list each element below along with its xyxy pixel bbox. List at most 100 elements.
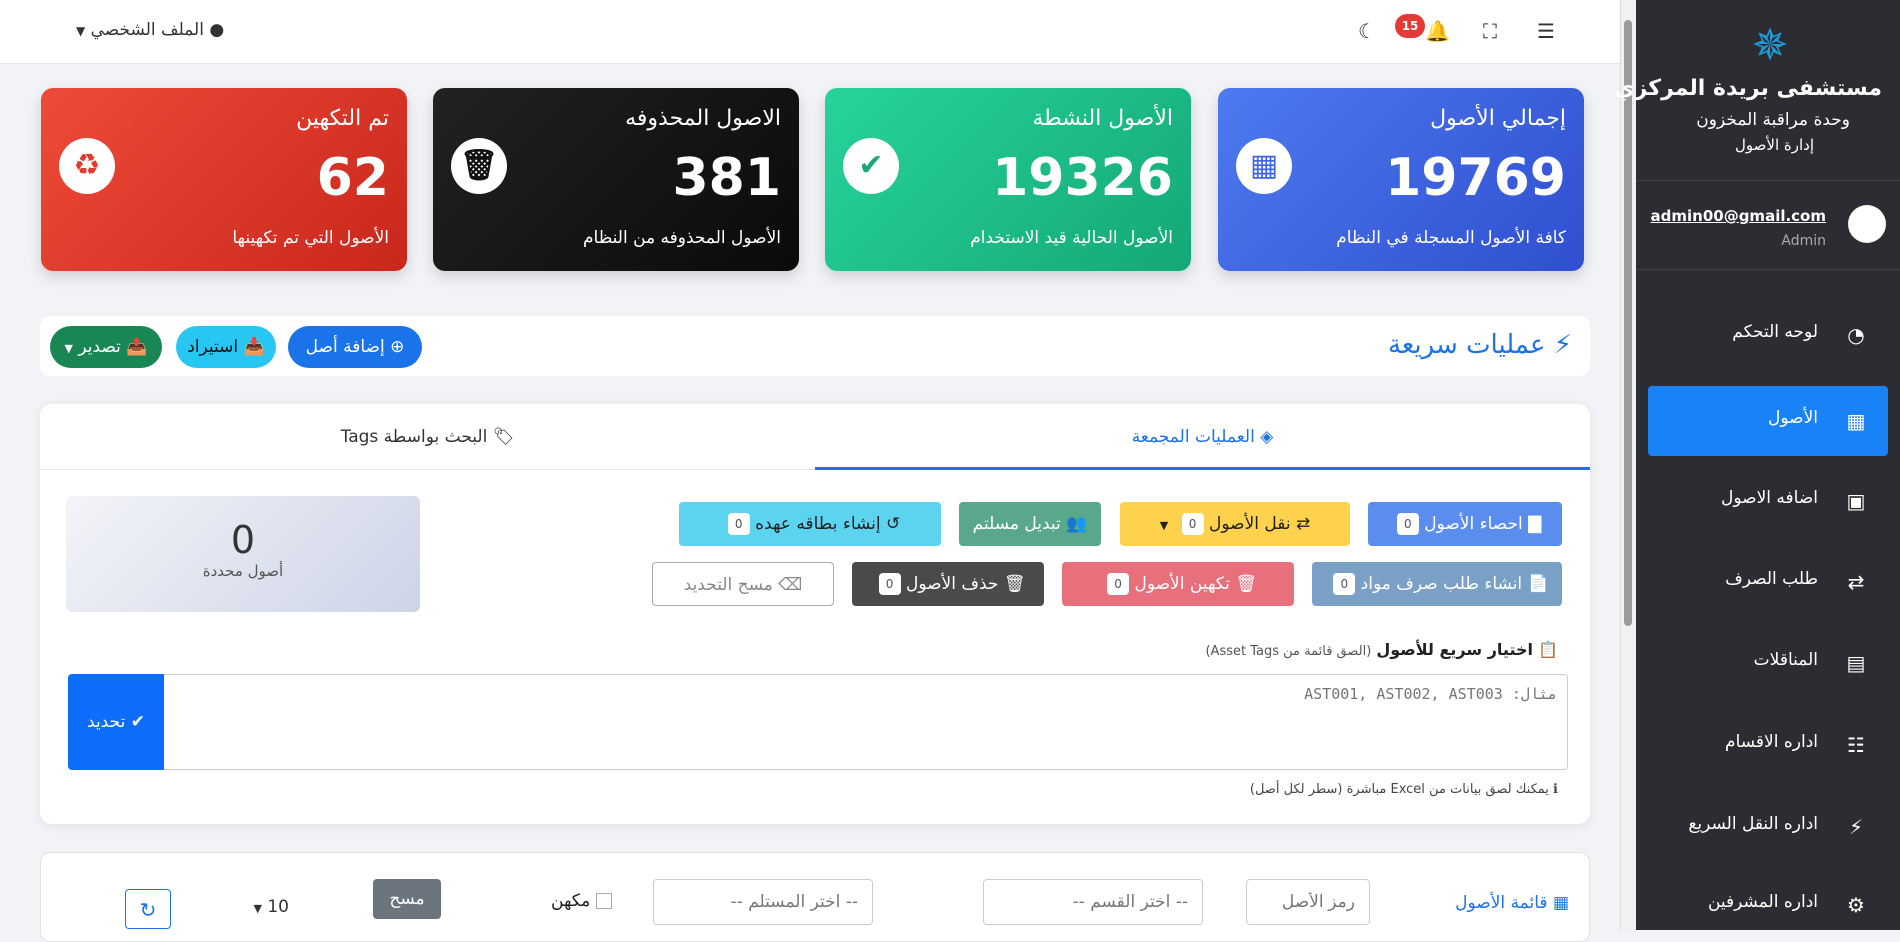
scrapped-checkbox[interactable]: مكهن bbox=[551, 891, 612, 911]
sidebar-item-dashboard[interactable]: ◔ لوحه التحكم bbox=[1648, 300, 1888, 370]
exchange-icon: ⇄ bbox=[1296, 514, 1311, 534]
caret-down-icon: ▼ bbox=[253, 902, 262, 915]
caret-down-icon: ▼ bbox=[76, 24, 86, 38]
brand-subtitle-2: إدارة الأصول bbox=[1735, 136, 1814, 154]
count-badge: 0 bbox=[1333, 573, 1356, 595]
user-swap-icon: 👥 bbox=[1066, 514, 1088, 534]
material-request-button[interactable]: 📄 انشاء طلب صرف مواد 0 bbox=[1312, 562, 1562, 606]
card-title: إجمالي الأصول bbox=[1430, 106, 1566, 131]
recycle-icon: ♻ bbox=[59, 138, 115, 194]
card-scrapped-assets: تم التكهين 62 الأصول التي تم تكهينها ♻ bbox=[41, 88, 407, 271]
dolly-icon: ▤ bbox=[1846, 651, 1866, 675]
selected-count-box: 0 أصول محددة bbox=[66, 496, 420, 612]
sitemap-icon: ☷ bbox=[1847, 733, 1865, 757]
check-circle-icon: ✔ bbox=[843, 138, 899, 194]
user-role: Admin bbox=[1781, 233, 1826, 249]
trash-icon: 🗑 bbox=[1235, 574, 1257, 594]
layers-icon: ◈ bbox=[1260, 427, 1274, 447]
plus-circle-icon: ⊕ bbox=[390, 337, 405, 357]
scrap-assets-button[interactable]: 🗑 تكهين الأصول 0 bbox=[1062, 562, 1294, 606]
asset-tag-input[interactable] bbox=[1246, 879, 1370, 925]
delete-assets-button[interactable]: 🗑 حذف الأصول 0 bbox=[852, 562, 1044, 606]
clear-selection-button[interactable]: ⌫ مسح التحديد bbox=[652, 562, 834, 606]
table-icon: ▦ bbox=[1552, 893, 1569, 913]
card-value: 19769 bbox=[1385, 148, 1566, 208]
user-gear-icon: ⚙ bbox=[1847, 893, 1865, 917]
clipboard-icon: 📋 bbox=[1538, 640, 1558, 659]
export-button[interactable]: 📤 تصدير ▼ bbox=[50, 326, 162, 368]
card-desc: الأصول المحذوفه من النظام bbox=[582, 228, 781, 248]
custody-card-button[interactable]: ↺ إنشاء بطاقه عهده 0 bbox=[679, 502, 941, 546]
caret-down-icon: ▼ bbox=[1159, 519, 1169, 532]
notification-badge: 15 bbox=[1395, 14, 1425, 38]
add-asset-button[interactable]: ⊕ إضافة أصل bbox=[288, 326, 422, 368]
select-tags-button[interactable]: ✔ تحديد bbox=[68, 674, 164, 770]
selected-count: 0 bbox=[230, 518, 256, 562]
fullscreen-icon[interactable]: ⛶ bbox=[1483, 20, 1497, 42]
box-open-icon: ▣ bbox=[1846, 489, 1866, 513]
undo-icon: ↺ bbox=[886, 514, 901, 534]
sidebar-item-quick-transfer[interactable]: ⚡ اداره النقل السريع bbox=[1648, 792, 1888, 862]
card-desc: الأصول الحالية قيد الاستخدام bbox=[970, 228, 1173, 248]
asset-list-title: ▦ قائمة الأصول bbox=[1455, 893, 1569, 913]
move-assets-button[interactable]: ⇄ نقل الأصول 0 ▼ bbox=[1120, 502, 1350, 546]
change-receiver-button[interactable]: 👥 تبديل مسلتم bbox=[959, 502, 1101, 546]
user-circle-icon: ● bbox=[209, 20, 225, 40]
moon-icon[interactable]: ☾ bbox=[1358, 20, 1376, 42]
import-button[interactable]: 📥 استيراد bbox=[176, 326, 276, 368]
info-icon: ℹ bbox=[1553, 782, 1558, 797]
trash-icon: 🗑 bbox=[1003, 574, 1026, 594]
department-select[interactable]: -- اختر القسم -- bbox=[983, 879, 1203, 925]
brand-title: مستشفى بريدة المركزي bbox=[1614, 76, 1882, 101]
file-plus-icon: 📄 bbox=[1527, 574, 1549, 594]
asset-stats-button[interactable]: ▇ احصاء الأصول 0 bbox=[1368, 502, 1562, 546]
asset-tags-textarea[interactable] bbox=[163, 674, 1568, 770]
receiver-select[interactable]: -- اختر المستلم -- bbox=[653, 879, 873, 925]
sidebar-item-dispense-request[interactable]: ⇄ طلب الصرف bbox=[1648, 547, 1888, 617]
tab-tag-search[interactable]: 🏷 البحث بواسطة Tags bbox=[40, 404, 815, 470]
bulk-operations-panel: ◈ العمليات المجمعة 🏷 البحث بواسطة Tags ▇… bbox=[40, 404, 1590, 824]
tags-icon: 🏷 bbox=[492, 427, 515, 447]
asset-list-panel: ▦ قائمة الأصول -- اختر القسم -- -- اختر … bbox=[40, 852, 1590, 942]
user-block: admin00@gmail.com Admin bbox=[1636, 180, 1900, 270]
count-badge: 0 bbox=[1107, 573, 1130, 595]
sidebar-item-assets[interactable]: ▦ الأصول bbox=[1648, 386, 1888, 456]
chart-bar-icon: ▇ bbox=[1528, 514, 1542, 534]
bell-icon[interactable]: 🔔 bbox=[1425, 20, 1450, 42]
card-title: الأصول النشطة bbox=[1032, 106, 1173, 131]
profile-menu[interactable]: ● الملف الشخصي ▼ bbox=[76, 20, 224, 40]
sidebar-item-add-assets[interactable]: ▣ اضافه الاصول bbox=[1648, 466, 1888, 536]
refresh-button[interactable]: ↻ bbox=[125, 889, 171, 929]
scrollbar-thumb[interactable] bbox=[1624, 20, 1632, 626]
checkbox-box bbox=[595, 893, 612, 909]
card-title: تم التكهين bbox=[296, 106, 389, 131]
caret-down-icon: ▼ bbox=[64, 342, 73, 355]
file-export-icon: 📤 bbox=[126, 337, 148, 357]
top-bar: ☰ ⛶ 🔔 15 ☾ ● الملف الشخصي ▼ bbox=[0, 0, 1620, 64]
tab-bulk-operations[interactable]: ◈ العمليات المجمعة bbox=[815, 404, 1590, 470]
sidebar-item-departments[interactable]: ☷ اداره الاقسام bbox=[1648, 710, 1888, 780]
trash-icon: 🗑 bbox=[451, 138, 507, 194]
file-import-icon: 📥 bbox=[243, 337, 265, 357]
per-page-select[interactable]: 10 ▼ bbox=[239, 889, 303, 927]
card-desc: الأصول التي تم تكهينها bbox=[232, 228, 389, 248]
exchange-icon: ⇄ bbox=[1847, 570, 1865, 594]
brand-subtitle: وحدة مراقبة المخزون bbox=[1696, 110, 1850, 130]
hospital-logo: ✵ bbox=[1751, 20, 1789, 71]
sidebar: ✵ مستشفى بريدة المركزي وحدة مراقبة المخز… bbox=[1614, 0, 1900, 930]
user-email[interactable]: admin00@gmail.com bbox=[1651, 207, 1826, 225]
boxes-icon: ▦ bbox=[1846, 409, 1866, 433]
clear-filters-button[interactable]: مسح bbox=[373, 879, 441, 919]
bolt-icon: ⚡ bbox=[1848, 815, 1864, 839]
card-value: 19326 bbox=[992, 148, 1173, 208]
eraser-icon: ⌫ bbox=[778, 575, 803, 595]
card-value: 381 bbox=[672, 148, 781, 208]
card-title: الاصول المحذوفه bbox=[625, 106, 781, 131]
bolt-icon: ⚡ bbox=[1553, 330, 1572, 360]
menu-icon[interactable]: ☰ bbox=[1537, 20, 1555, 42]
gauge-icon: ◔ bbox=[1847, 323, 1865, 347]
card-active-assets: الأصول النشطة 19326 الأصول الحالية قيد ا… bbox=[825, 88, 1191, 271]
boxes-icon: ▦ bbox=[1236, 138, 1292, 194]
card-desc: كافة الأصول المسجلة في النظام bbox=[1336, 228, 1566, 248]
sidebar-item-transfers[interactable]: ▤ المناقلات bbox=[1648, 628, 1888, 698]
